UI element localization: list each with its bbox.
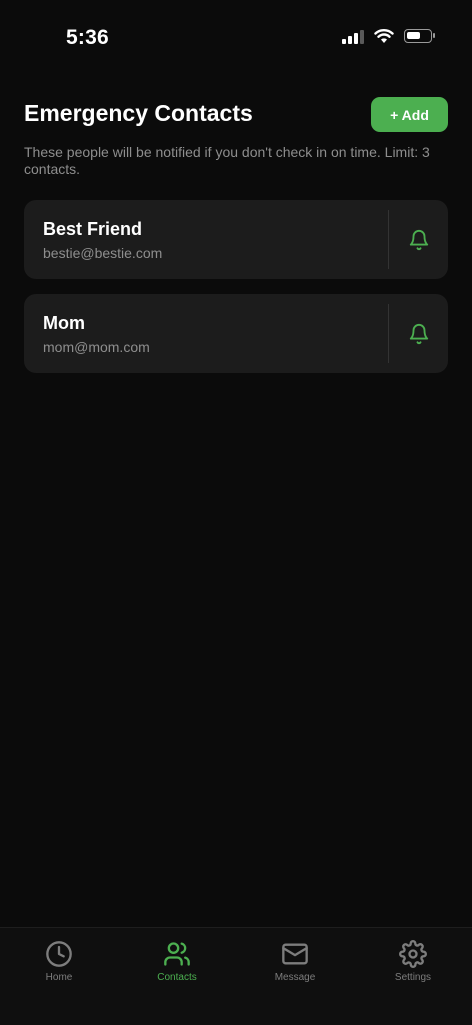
contact-card[interactable]: Best Friend bestie@bestie.com <box>24 200 448 279</box>
tab-message[interactable]: Message <box>236 940 354 983</box>
bell-icon <box>409 230 429 251</box>
status-time: 5:36 <box>66 26 109 49</box>
wifi-icon <box>374 29 394 43</box>
tab-label: Contacts <box>157 972 197 983</box>
tab-label: Settings <box>394 972 432 983</box>
page-subtitle: These people will be notified if you don… <box>24 144 430 177</box>
tab-label: Message <box>274 972 316 983</box>
tab-label: Home <box>45 972 73 983</box>
contact-email: mom@mom.com <box>43 339 150 355</box>
contact-card[interactable]: Mom mom@mom.com <box>24 294 448 373</box>
gear-icon <box>399 940 427 968</box>
contact-name: Mom <box>43 313 85 333</box>
tab-bar: Home Contacts Message Settings <box>0 927 472 1025</box>
people-icon <box>164 942 190 966</box>
tab-settings[interactable]: Settings <box>354 940 472 983</box>
tab-home[interactable]: Home <box>0 940 118 983</box>
contact-email: bestie@bestie.com <box>43 245 163 261</box>
notify-button[interactable] <box>400 315 438 353</box>
status-bar: 5:36 <box>0 0 472 70</box>
page-title: Emergency Contacts <box>24 100 253 126</box>
bell-icon <box>409 324 429 345</box>
cellular-signal-icon <box>342 28 364 44</box>
battery-icon <box>404 29 435 43</box>
add-contact-button[interactable]: + Add <box>371 97 448 132</box>
card-divider <box>388 210 389 269</box>
contact-list: Best Friend bestie@bestie.com Mom mom@mo… <box>24 200 448 388</box>
notify-button[interactable] <box>400 221 438 259</box>
status-icons <box>342 28 435 44</box>
tab-contacts[interactable]: Contacts <box>118 940 236 983</box>
envelope-icon <box>282 943 308 965</box>
card-divider <box>388 304 389 363</box>
clock-icon <box>46 941 72 967</box>
contact-name: Best Friend <box>43 219 143 239</box>
